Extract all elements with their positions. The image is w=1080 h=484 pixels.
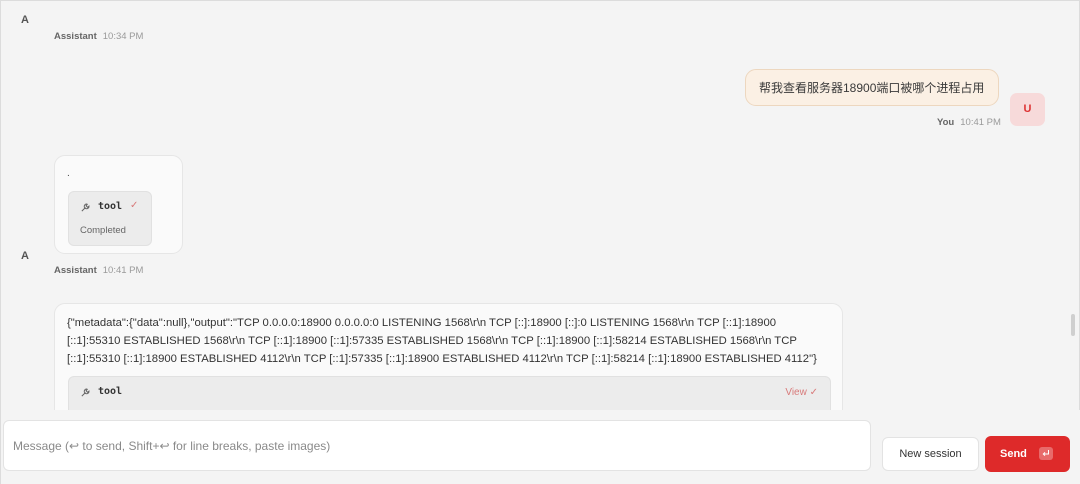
message-time: 10:41 PM bbox=[960, 117, 1001, 128]
tool-call-card: . tool ✓ Completed bbox=[54, 155, 183, 254]
send-label: Send bbox=[1000, 448, 1027, 460]
assistant-avatar: A bbox=[21, 250, 29, 262]
output-line: [::1]:55310 ESTABLISHED 1568\r\n TCP [::… bbox=[67, 335, 797, 347]
enter-key-icon bbox=[1039, 447, 1053, 460]
tool-name: tool bbox=[98, 386, 123, 397]
check-icon: ✓ bbox=[809, 387, 818, 398]
tool-marker: . bbox=[67, 168, 70, 179]
view-details-link[interactable]: View ✓ bbox=[785, 387, 818, 398]
assistant-output-card: {"metadata":{"data":null},"output":"TCP … bbox=[54, 303, 843, 423]
message-meta: Assistant 10:41 PM bbox=[54, 265, 143, 276]
new-session-button[interactable]: New session bbox=[882, 437, 979, 471]
user-message-meta: You 10:41 PM bbox=[937, 117, 1001, 128]
user-message-bubble: 帮我查看服务器18900端口被哪个进程占用 bbox=[745, 69, 999, 106]
sender-name: Assistant bbox=[54, 265, 97, 276]
view-label: View bbox=[785, 387, 807, 398]
output-line: {"metadata":{"data":null},"output":"TCP … bbox=[67, 317, 777, 329]
tool-output-text: {"metadata":{"data":null},"output":"TCP … bbox=[67, 314, 837, 368]
sender-name: Assistant bbox=[54, 31, 97, 42]
tool-status-box[interactable]: tool ✓ Completed bbox=[68, 191, 152, 246]
user-avatar: U bbox=[1010, 93, 1045, 126]
send-button[interactable]: Send bbox=[985, 436, 1070, 472]
message-time: 10:41 PM bbox=[102, 265, 144, 276]
wrench-icon bbox=[81, 203, 90, 212]
message-time: 10:34 PM bbox=[102, 31, 144, 42]
wrench-icon bbox=[81, 388, 90, 397]
assistant-avatar: A bbox=[21, 14, 29, 26]
output-line: [::1]:55310 [::1]:18900 ESTABLISHED 4112… bbox=[67, 353, 817, 365]
tool-status: Completed bbox=[80, 225, 126, 236]
message-meta: Assistant 10:34 PM bbox=[54, 31, 143, 42]
message-input[interactable] bbox=[3, 420, 871, 471]
check-icon: ✓ bbox=[130, 200, 139, 211]
scrollbar-thumb[interactable] bbox=[1071, 314, 1075, 336]
tool-name: tool bbox=[98, 201, 123, 212]
chat-window: A Assistant 10:34 PM 帮我查看服务器18900端口被哪个进程占… bbox=[0, 0, 1080, 484]
sender-name: You bbox=[937, 117, 955, 128]
